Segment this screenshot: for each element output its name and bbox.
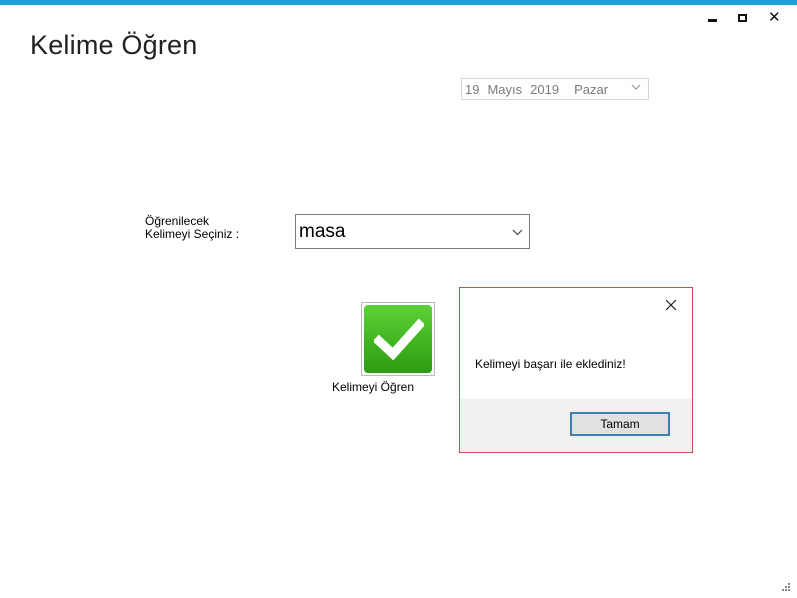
word-select-dropdown[interactable]: masa xyxy=(295,214,530,249)
date-weekday: Pazar xyxy=(574,81,609,97)
close-icon[interactable] xyxy=(664,298,678,312)
date-day: 19 xyxy=(465,81,480,97)
learn-word-button[interactable] xyxy=(361,302,435,376)
learn-button-face xyxy=(364,305,432,373)
dialog-message: Kelimeyi başarı ile eklediniz! xyxy=(475,357,626,371)
ok-button[interactable]: Tamam xyxy=(570,412,670,436)
close-window-button[interactable]: ✕ xyxy=(768,10,781,25)
learn-word-label: Kelimeyi Öğren xyxy=(332,380,415,394)
app-title: Kelime Öğren xyxy=(30,30,198,60)
maximize-icon xyxy=(738,14,747,22)
window-top-accent-bar xyxy=(0,0,797,5)
checkmark-icon xyxy=(374,318,424,361)
maximize-button[interactable] xyxy=(738,10,747,24)
minimize-icon xyxy=(708,19,717,22)
date-year: 2019 xyxy=(530,81,560,97)
resize-grip-icon[interactable] xyxy=(781,582,791,592)
dialog-footer: Tamam xyxy=(460,399,692,452)
chevron-down-icon[interactable] xyxy=(512,228,523,236)
message-dialog: Kelimeyi başarı ile eklediniz! Tamam xyxy=(459,287,693,453)
close-icon: ✕ xyxy=(768,9,781,26)
word-select-label: Öğrenilecek Kelimeyi Seçiniz : xyxy=(145,214,240,241)
date-picker[interactable]: 19 Mayıs 2019 Pazar xyxy=(461,78,649,100)
date-month: Mayıs xyxy=(487,81,523,97)
minimize-button[interactable] xyxy=(708,10,717,24)
word-select-value: masa xyxy=(299,221,346,242)
chevron-down-icon[interactable] xyxy=(631,82,641,92)
